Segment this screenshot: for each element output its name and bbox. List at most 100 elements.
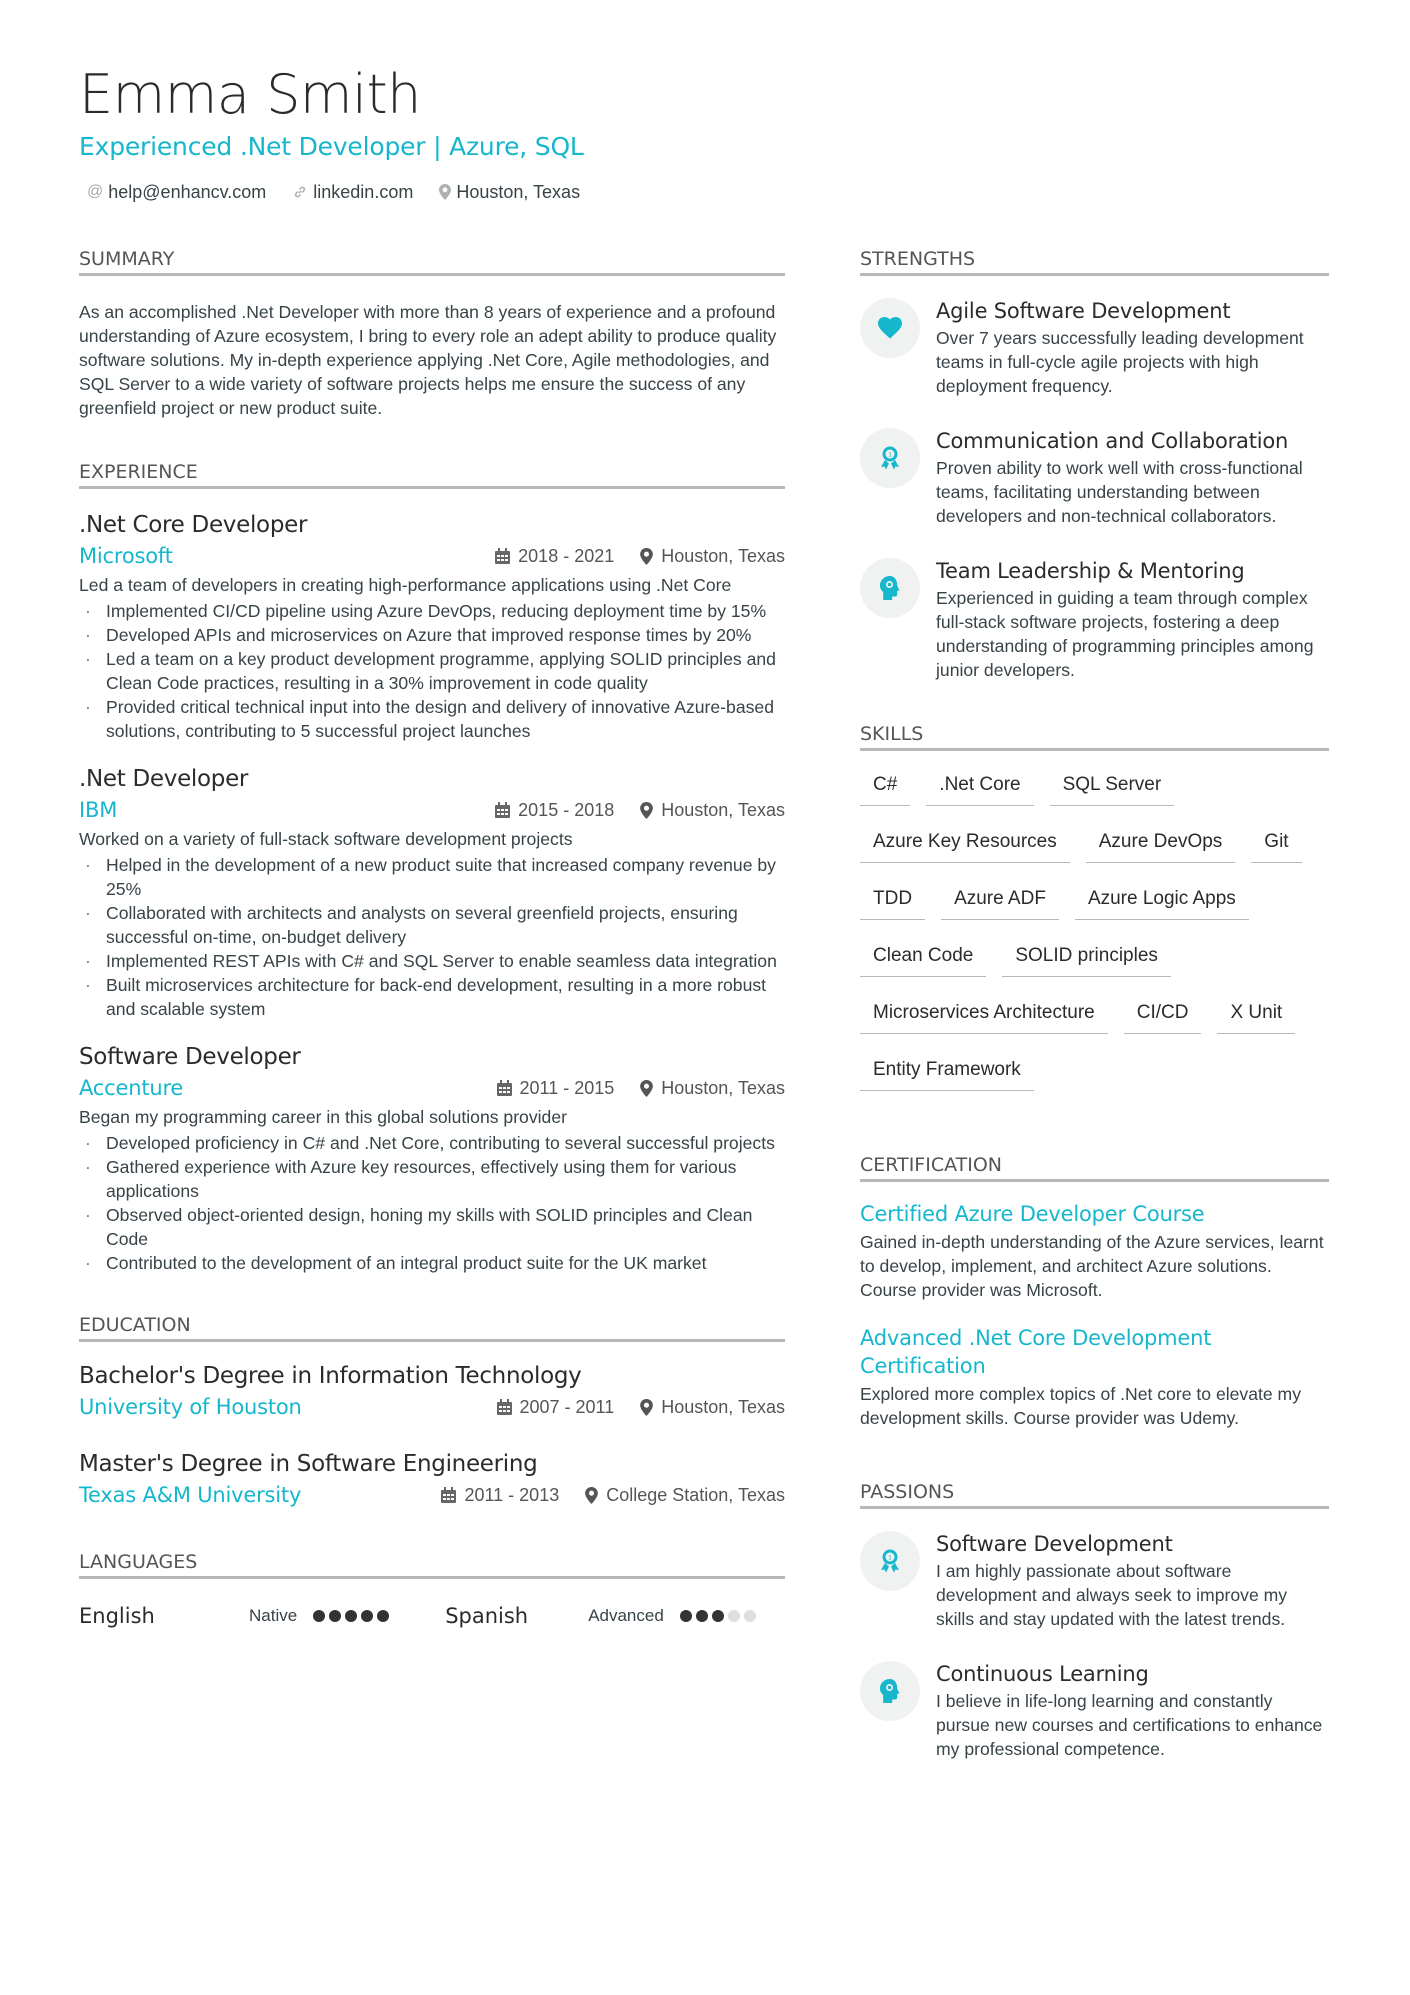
job-description: Worked on a variety of full-stack softwa… <box>79 829 573 849</box>
certification-item: Advanced .Net Core Development Certifica… <box>860 1324 1329 1430</box>
skill-tag: Git <box>1251 828 1302 863</box>
school-name: Texas A&M University <box>79 1483 302 1507</box>
summary-text: As an accomplished .Net Developer with m… <box>79 302 777 418</box>
calendar-icon <box>495 802 511 818</box>
summary-heading: Summary <box>79 247 785 276</box>
education-location: Houston, Texas <box>640 1392 785 1422</box>
calendar-icon <box>496 1399 512 1415</box>
passions-heading: Passions <box>860 1480 1329 1509</box>
education-entry: Master's Degree in Software Engineering … <box>79 1448 785 1510</box>
location-pin-icon <box>640 1079 654 1097</box>
calendar-icon <box>495 548 511 564</box>
certification-title: Certified Azure Developer Course <box>860 1202 1205 1226</box>
rating-dot-empty <box>743 1610 756 1622</box>
job-location: Houston, Texas <box>640 541 785 571</box>
job-dates-text: 2011 - 2015 <box>519 1078 615 1098</box>
language-level: Advanced <box>588 1606 664 1625</box>
certification-description: Explored more complex topics of .Net cor… <box>860 1384 1302 1428</box>
job-dates-text: 2015 - 2018 <box>518 800 615 820</box>
education-location-text: College Station, Texas <box>606 1485 785 1505</box>
job-meta: 2011 - 2015 Houston, Texas <box>496 1073 785 1103</box>
education-location-text: Houston, Texas <box>661 1397 785 1417</box>
skill-tag: Azure ADF <box>941 885 1059 920</box>
strength-description: Experienced in guiding a team through co… <box>936 588 1314 680</box>
skill-tag: .Net Core <box>926 771 1034 806</box>
summary-section: Summary As an accomplished .Net Develope… <box>79 247 785 420</box>
job-meta: 2015 - 2018 Houston, Texas <box>495 795 785 825</box>
skill-tag: X Unit <box>1217 999 1296 1034</box>
education-dates: 2011 - 2013 <box>441 1480 559 1510</box>
rating-dot-empty <box>727 1610 740 1622</box>
resume-page: Emma Smith Experienced .Net Developer | … <box>0 0 1410 1995</box>
strength-item: 1 Communication and Collaboration Proven… <box>860 426 1329 528</box>
education-dates: 2007 - 2011 <box>496 1392 614 1422</box>
strength-title: Communication and Collaboration <box>936 429 1289 453</box>
job-meta: 2018 - 2021 Houston, Texas <box>495 541 785 571</box>
rating-dot-filled <box>679 1610 692 1622</box>
location-pin-icon <box>585 1486 599 1504</box>
passion-item: 1 Software Development I am highly passi… <box>860 1529 1329 1631</box>
strength-title: Team Leadership & Mentoring <box>936 559 1245 583</box>
bullet-item: · Developed proficiency in C# and .Net Co… <box>85 1133 775 1153</box>
heart-icon <box>860 298 920 358</box>
rating-dot-filled <box>329 1610 342 1622</box>
strength-description: Over 7 years successfully leading develo… <box>936 328 1304 396</box>
certification-item: Certified Azure Developer Course Gained … <box>860 1200 1329 1302</box>
education-location: College Station, Texas <box>585 1480 785 1510</box>
education-meta-row: Texas A&M University 2011 - 2013 College… <box>79 1480 785 1510</box>
experience-section: Experience .Net Core Developer Microsoft… <box>79 460 785 1275</box>
job-meta-row: Accenture 2011 - 2015 Houston, Texas <box>79 1073 785 1103</box>
passion-description: I am highly passionate about software de… <box>936 1561 1288 1629</box>
rating-dot-filled <box>361 1610 374 1622</box>
education-meta: 2011 - 2013 College Station, Texas <box>441 1480 785 1510</box>
contact-location-text: Houston, Texas <box>456 182 581 202</box>
education-heading: Education <box>79 1313 785 1342</box>
languages-heading: Languages <box>79 1550 785 1579</box>
svg-text:1: 1 <box>888 452 892 459</box>
degree-title: Master's Degree in Software Engineering <box>79 1451 538 1477</box>
skill-tag: Microservices Architecture <box>860 999 1108 1034</box>
contact-email[interactable]: @ help@enhancv.com <box>87 180 266 204</box>
job-dates: 2015 - 2018 <box>495 795 614 825</box>
education-section: Education Bachelor's Degree in Informati… <box>79 1313 785 1510</box>
rating-dot-filled <box>711 1610 724 1622</box>
job-dates: 2011 - 2015 <box>496 1073 615 1103</box>
job-title: Software Developer <box>79 1044 301 1070</box>
language-rating <box>313 1610 390 1622</box>
strength-item: Team Leadership & Mentoring Experienced … <box>860 556 1329 682</box>
calendar-icon <box>441 1487 457 1503</box>
job-meta-row: IBM 2015 - 2018 Houston, Texas <box>79 795 785 825</box>
job-meta-row: Microsoft 2018 - 2021 Houston, Texas <box>79 541 785 571</box>
location-pin-icon <box>640 801 654 819</box>
education-meta: 2007 - 2011 Houston, Texas <box>496 1392 785 1422</box>
contact-linkedin[interactable]: linkedin.com <box>292 180 413 204</box>
skill-tag: Clean Code <box>860 942 987 977</box>
passion-item: Continuous Learning I believe in life-lo… <box>860 1659 1329 1761</box>
skill-tag: Azure Key Resources <box>860 828 1070 863</box>
strength-item: Agile Software Development Over 7 years … <box>860 296 1329 398</box>
bullet-item: · Implemented CI/CD pipeline using Azure … <box>85 601 767 621</box>
languages-row: English Native Spanish Advanced <box>79 1601 785 1631</box>
job-location: Houston, Texas <box>640 795 785 825</box>
strengths-section: Strengths Agile Software Development Ove… <box>860 247 1329 682</box>
experience-entry: Software Developer Accenture 2011 - 2015… <box>79 1041 785 1275</box>
rating-dot-filled <box>377 1610 390 1622</box>
strengths-heading: Strengths <box>860 247 1329 276</box>
bullet-item: · Built microservices architecture for ba… <box>85 975 767 1019</box>
job-title: .Net Core Developer <box>79 512 308 538</box>
strength-title: Agile Software Development <box>936 299 1231 323</box>
resume-header: Emma Smith Experienced .Net Developer | … <box>79 62 1329 204</box>
job-bullets: · Developed proficiency in C# and .Net Co… <box>79 1131 785 1275</box>
at-icon: @ <box>87 183 104 200</box>
certification-description: Gained in-depth understanding of the Azu… <box>860 1232 1324 1300</box>
location-pin-icon <box>640 1398 654 1416</box>
contact-linkedin-text: linkedin.com <box>313 182 414 202</box>
skill-tag: SQL Server <box>1049 771 1175 806</box>
bullet-item: · Provided critical technical input into … <box>85 697 774 741</box>
skill-tag: SOLID principles <box>1002 942 1171 977</box>
skills-list: C# .Net Core SQL Server Azure Key Resour… <box>860 771 1329 1091</box>
location-pin-icon <box>439 184 452 200</box>
location-pin-icon <box>640 547 654 565</box>
bullet-item: · Implemented REST APIs with C# and SQL S… <box>85 951 777 971</box>
bullet-item: · Helped in the development of a new prod… <box>85 855 776 899</box>
